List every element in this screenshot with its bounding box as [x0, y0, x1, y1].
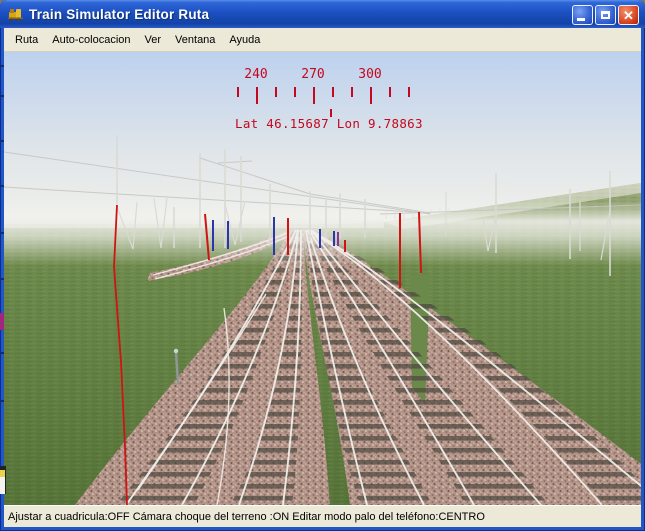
statusbar: Ajustar a cuadricula:OFF Cámara choque d… [4, 505, 641, 527]
app-window: Train Simulator Editor Ruta ✕ Ruta Auto-… [0, 0, 645, 531]
menu-ayuda[interactable]: Ayuda [222, 30, 267, 50]
border-tick [0, 65, 4, 67]
menu-ver[interactable]: Ver [138, 30, 169, 50]
maximize-button[interactable] [595, 5, 616, 25]
border-tick [0, 232, 4, 234]
border-tick [0, 278, 4, 280]
maximize-icon [601, 11, 610, 19]
close-icon: ✕ [619, 7, 638, 24]
border-tick [0, 95, 4, 97]
border-magenta-mark [0, 313, 4, 330]
minimize-button[interactable] [572, 5, 593, 25]
border-tick [0, 140, 4, 142]
minimize-icon [577, 18, 585, 21]
app-icon [7, 6, 24, 22]
border-corner-artifact [0, 466, 6, 494]
border-tick [0, 400, 4, 402]
close-button[interactable]: ✕ [618, 5, 639, 25]
status-text: Ajustar a cuadricula:OFF Cámara choque d… [8, 511, 485, 523]
menu-ruta[interactable]: Ruta [8, 30, 45, 50]
route-scene [4, 52, 641, 505]
menu-ventana[interactable]: Ventana [168, 30, 222, 50]
window-title: Train Simulator Editor Ruta [29, 7, 209, 22]
menu-auto-colocacion[interactable]: Auto-colocacion [45, 30, 137, 50]
fog-haze [4, 200, 641, 266]
viewport-3d[interactable]: 240270300 Lat 46.15687 Lon 9.78863 [4, 52, 641, 505]
border-tick [0, 352, 4, 354]
menubar: Ruta Auto-colocacion Ver Ventana Ayuda [4, 28, 641, 52]
border-tick [0, 185, 4, 187]
titlebar[interactable]: Train Simulator Editor Ruta ✕ [0, 0, 645, 28]
